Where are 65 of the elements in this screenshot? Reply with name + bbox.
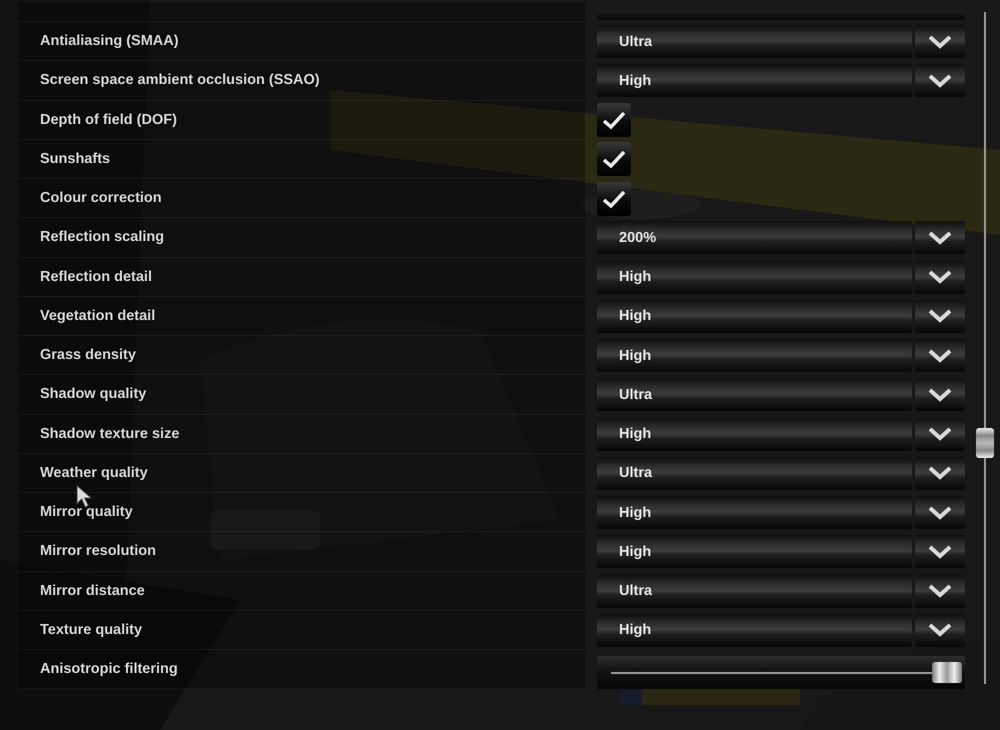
dropdown-button[interactable]	[915, 64, 965, 98]
dropdown[interactable]: High	[597, 535, 912, 568]
chevron-down-icon	[928, 309, 952, 324]
dropdown-button[interactable]	[915, 496, 965, 530]
dropdown-button[interactable]	[915, 339, 965, 372]
setting-label: Vegetation detail	[39, 308, 156, 324]
dropdown[interactable]: High	[597, 614, 912, 647]
checkbox[interactable]	[597, 182, 631, 216]
scrollbar-thumb[interactable]	[976, 428, 994, 458]
checkbox[interactable]	[597, 103, 631, 138]
dropdown[interactable]: High	[597, 496, 912, 530]
dropdown-button[interactable]	[915, 25, 965, 58]
dropdown-button[interactable]	[915, 574, 965, 608]
setting-label: Depth of field (DOF)	[39, 112, 177, 128]
setting-label: Grass density	[39, 347, 136, 364]
dropdown[interactable]: High	[597, 339, 912, 372]
dropdown-button[interactable]	[915, 260, 965, 294]
dropdown-button[interactable]	[915, 378, 965, 412]
chevron-down-icon	[928, 74, 952, 88]
dropdown-button[interactable]	[915, 221, 965, 254]
setting-label: Anisotropic filtering	[39, 661, 178, 678]
setting-label: Mirror distance	[39, 582, 145, 599]
chevron-down-icon	[928, 506, 952, 520]
setting-label: Colour correction	[39, 190, 162, 206]
dropdown[interactable]: 200%	[597, 221, 912, 254]
chevron-down-icon	[928, 623, 952, 638]
chevron-down-icon	[928, 270, 952, 284]
dropdown-button[interactable]	[915, 418, 965, 451]
setting-label: Reflection scaling	[39, 229, 164, 246]
slider-thumb[interactable]	[932, 662, 962, 683]
chevron-down-icon	[928, 34, 952, 49]
setting-label: Texture quality	[39, 622, 142, 638]
chevron-down-icon	[928, 427, 952, 442]
dropdown[interactable]: High	[597, 260, 912, 294]
slider[interactable]	[597, 656, 965, 690]
chevron-down-icon	[928, 348, 952, 363]
check-icon	[602, 149, 626, 170]
setting-label: Sunshafts	[39, 150, 110, 167]
dropdown[interactable]: High	[597, 300, 912, 333]
chevron-down-icon	[928, 230, 952, 245]
setting-label: Antialiasing (SMAA)	[39, 33, 179, 50]
dropdown[interactable]: High	[597, 418, 912, 451]
dropdown[interactable]: Ultra	[597, 574, 912, 608]
chevron-down-icon	[928, 584, 952, 598]
setting-label: Reflection detail	[39, 268, 152, 285]
setting-label: Shadow quality	[39, 386, 146, 402]
dropdown[interactable]: Ultra	[597, 456, 912, 490]
checkbox[interactable]	[597, 142, 631, 176]
dropdown-button[interactable]	[915, 456, 965, 490]
chevron-down-icon	[928, 388, 952, 402]
dropdown-button[interactable]	[915, 300, 965, 333]
setting-label: Mirror quality	[39, 504, 133, 520]
check-icon	[602, 188, 626, 209]
dropdown-button[interactable]	[915, 614, 965, 647]
chevron-down-icon	[928, 544, 952, 559]
dropdown[interactable]: High	[597, 64, 912, 98]
setting-label: Weather quality	[39, 464, 148, 481]
setting-label: Screen space ambient occlusion (SSAO)	[39, 72, 320, 88]
setting-label: Shadow texture size	[39, 426, 180, 442]
check-icon	[602, 110, 626, 130]
dropdown[interactable]: Ultra	[597, 378, 912, 412]
dropdown-button[interactable]	[915, 535, 965, 568]
setting-label: Mirror resolution	[39, 543, 156, 560]
dropdown[interactable]: Ultra	[597, 25, 912, 58]
chevron-down-icon	[928, 466, 952, 480]
